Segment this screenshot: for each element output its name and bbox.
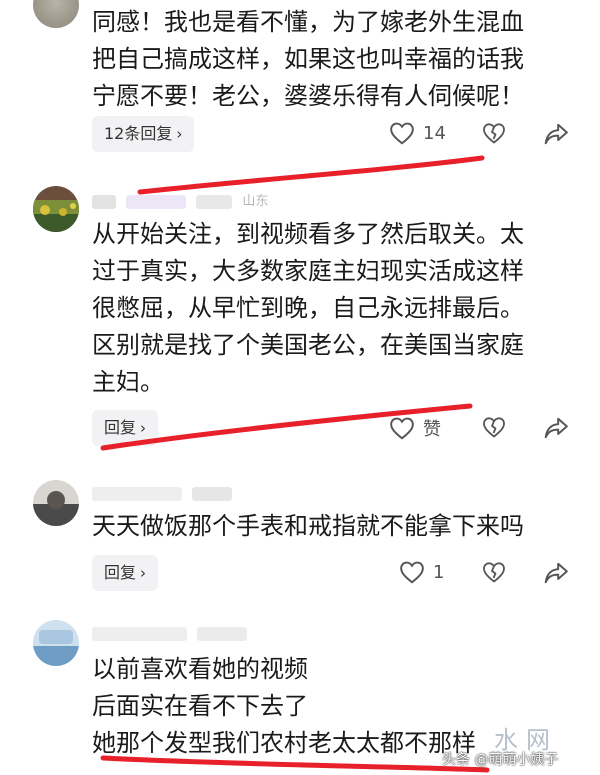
dislike-button[interactable] [482, 416, 506, 438]
chevron-right-icon: › [140, 564, 147, 582]
share-icon [544, 562, 568, 584]
comment-line: 从开始关注，到视频看多了然后取关。太 [92, 220, 524, 248]
comment-line: 把自己搞成这样，如果这也叫幸福的话我 [92, 45, 524, 73]
avatar-image [33, 620, 79, 666]
location-label: 山东 [242, 194, 269, 209]
broken-heart-icon [483, 123, 505, 144]
username-blur [92, 626, 187, 641]
username-blur [197, 626, 248, 641]
comment-meta [92, 626, 253, 646]
like-button[interactable]: 14 [389, 121, 446, 145]
avatar-image [33, 186, 79, 232]
reply-button-label: 回复 [104, 418, 137, 437]
avatar[interactable] [33, 0, 79, 28]
chevron-right-icon: › [140, 419, 147, 437]
like-count: 14 [423, 122, 446, 144]
comment-text: 从开始关注，到视频看多了然后取关。太 过于真实，大多数家庭主妇现实活成这样 很憋… [92, 216, 524, 401]
reply-button[interactable]: 回复 › [92, 410, 159, 446]
reply-button-label: 回复 [104, 563, 137, 582]
username-blur [192, 486, 233, 501]
share-button[interactable] [543, 561, 569, 585]
broken-heart-icon [483, 562, 505, 583]
share-button[interactable] [543, 416, 569, 440]
comment-line: 她那个发型我们农村老太太都不那样 [92, 729, 476, 757]
dislike-button[interactable] [482, 561, 506, 583]
reply-button[interactable]: 回复 › [92, 555, 159, 591]
avatar[interactable] [33, 620, 79, 666]
username-blur [196, 194, 233, 209]
heart-icon [400, 561, 424, 584]
like-button[interactable]: 赞 [389, 415, 441, 441]
like-count: 1 [433, 561, 445, 583]
dislike-button[interactable] [482, 122, 506, 144]
broken-heart-icon [483, 417, 505, 438]
account-watermark: 头条 @萌萌小姨子 [442, 752, 559, 768]
avatar-image [33, 480, 79, 526]
comment-line: 很憋屈，从早忙到晚，自己永远排最后。 [92, 294, 524, 322]
comment-line: 宁愿不要！老公，婆婆乐得有人伺候呢！ [92, 82, 524, 110]
heart-icon [390, 122, 414, 145]
avatar[interactable] [33, 480, 79, 526]
share-button[interactable] [543, 122, 569, 146]
comment-line: 主妇。 [92, 368, 164, 396]
heart-icon [390, 417, 414, 440]
comment-text: 以前喜欢看她的视频 后面实在看不下去了 她那个发型我们农村老太太都不那样 [92, 651, 476, 762]
share-icon [544, 417, 568, 439]
share-icon [544, 123, 568, 145]
username-blur [92, 486, 182, 501]
like-label: 赞 [423, 419, 441, 440]
like-button[interactable]: 1 [399, 560, 444, 584]
comment-line: 同感！我也是看不懂，为了嫁老外生混血 [92, 8, 524, 36]
comment-text: 同感！我也是看不懂，为了嫁老外生混血 把自己搞成这样，如果这也叫幸福的话我 宁愿… [92, 4, 524, 115]
comment-meta: 山东 [92, 190, 268, 210]
comment-line: 过于真实，大多数家庭主妇现实活成这样 [92, 257, 524, 285]
comment-line: 区别就是找了个美国老公，在美国当家庭 [92, 331, 524, 359]
username-blur [92, 194, 116, 209]
chevron-right-icon: › [176, 125, 183, 143]
comment-text: 天天做饭那个手表和戒指就不能拿下来吗 [92, 508, 524, 545]
comment-meta [92, 486, 238, 506]
view-replies-button[interactable]: 12条回复 › [92, 116, 195, 152]
avatar[interactable] [33, 186, 79, 232]
reply-button-label: 12条回复 [104, 124, 173, 143]
username-blur [126, 194, 187, 209]
comment-line: 以前喜欢看她的视频 [92, 655, 308, 683]
comment-line: 后面实在看不下去了 [92, 692, 308, 720]
comment-line: 天天做饭那个手表和戒指就不能拿下来吗 [92, 512, 524, 540]
